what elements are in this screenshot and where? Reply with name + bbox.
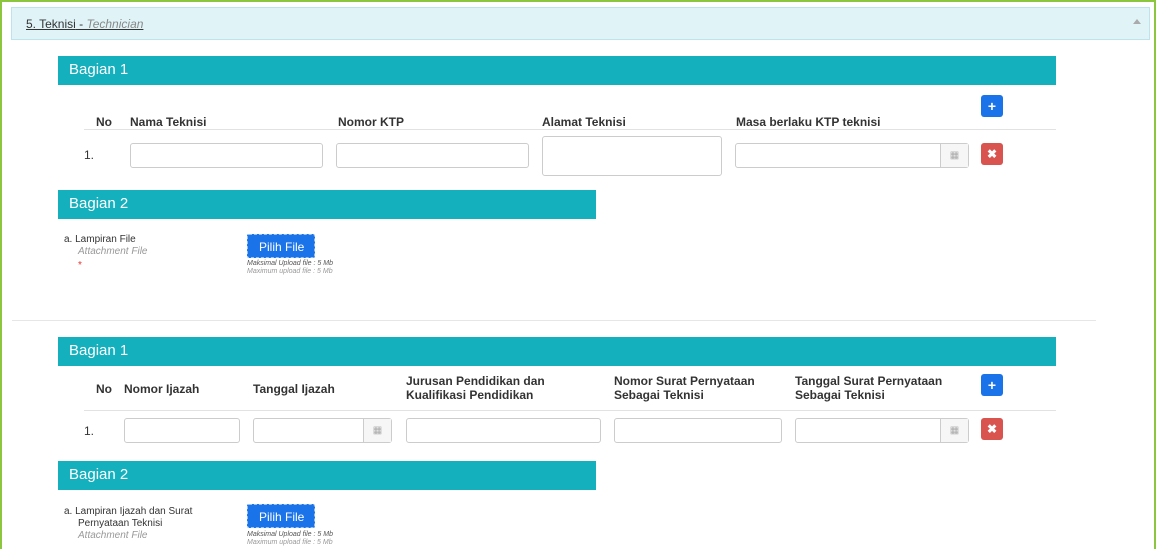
choose-file-button[interactable]: Pilih File [247,234,316,258]
remove-row-button[interactable]: ✖ [981,143,1003,165]
choose-file-button[interactable]: Pilih File [247,504,316,528]
section-title: Bagian 2 [69,195,129,212]
remove-row-button[interactable]: ✖ [981,418,1003,440]
header-divider [84,129,1056,130]
add-row-button[interactable]: + [981,374,1003,396]
add-row-button[interactable]: + [981,95,1003,117]
col-header-jurusan-pendidikan: Jurusan Pendidikan dan Kualifikasi Pendi… [406,374,545,402]
nama-teknisi-input[interactable] [130,143,323,168]
calendar-icon[interactable]: ▦ [940,144,968,167]
panel-title-text: 5. Teknisi [26,17,76,31]
panel-title[interactable]: 5. Teknisi - Technician [26,17,143,31]
tanggal-ijazah-date-input[interactable]: ▦ [253,418,392,443]
section-bar-bagian-2: Bagian 2 [58,190,596,219]
section-bar-bagian-1: Bagian 1 [58,337,1056,366]
panel-title-separator: - [75,17,87,31]
nomor-ijazah-input[interactable] [124,418,240,443]
tanggal-surat-pernyataan-date-input[interactable]: ▦ [795,418,969,443]
times-icon: ✖ [986,147,998,161]
col-header-nomor-ijazah: Nomor Ijazah [124,382,200,396]
section-bar-bagian-2: Bagian 2 [58,461,596,490]
row-number: 1. [84,148,95,162]
plus-icon: + [987,377,997,393]
row-number: 1. [84,424,95,438]
times-icon: ✖ [986,422,998,436]
attachment-label-en: Attachment File [78,246,148,257]
section-title: Bagian 1 [69,61,129,78]
panel-title-en: Technician [86,17,144,31]
calendar-icon[interactable]: ▦ [940,419,968,442]
attachment-label: a. Lampiran File [64,234,136,245]
masa-berlaku-ktp-date-input[interactable]: ▦ [735,143,969,168]
nomor-surat-pernyataan-input[interactable] [614,418,782,443]
jurusan-pendidikan-input[interactable] [406,418,601,443]
header-divider [84,410,1056,411]
col-header-nomor-ktp: Nomor KTP [338,115,404,129]
alamat-teknisi-textarea[interactable] [542,136,722,176]
block-separator [12,320,1096,321]
required-mark: * [78,260,82,271]
section-title: Bagian 2 [69,466,129,483]
col-header-no: No [96,115,112,129]
col-header-no: No [96,382,112,396]
col-header-nama-teknisi: Nama Teknisi [130,115,207,129]
max-upload-hint: Maksimal Upload file : 5 Mb [247,260,333,267]
nomor-ktp-input[interactable] [336,143,529,168]
col-header-tanggal-surat-pernyataan: Tanggal Surat Pernyataan Sebagai Teknisi [795,374,943,402]
attachment-label-line2: Pernyataan Teknisi [78,518,163,529]
col-header-alamat-teknisi: Alamat Teknisi [542,115,626,129]
col-header-nomor-surat-pernyataan: Nomor Surat Pernyataan Sebagai Teknisi [614,374,755,402]
plus-icon: + [987,98,997,114]
max-upload-hint-en: Maximum upload file : 5 Mb [247,539,333,546]
attachment-label-en: Attachment File [78,530,148,541]
col-header-masa-berlaku-ktp: Masa berlaku KTP teknisi [736,115,881,129]
section-bar-bagian-1: Bagian 1 [58,56,1056,85]
col-header-tanggal-ijazah: Tanggal Ijazah [253,382,335,396]
section-title: Bagian 1 [69,342,129,359]
calendar-icon[interactable]: ▦ [363,419,391,442]
panel-header[interactable]: 5. Teknisi - Technician [11,7,1150,40]
max-upload-hint-en: Maximum upload file : 5 Mb [247,268,333,275]
caret-up-icon[interactable] [1133,19,1141,24]
max-upload-hint: Maksimal Upload file : 5 Mb [247,531,333,538]
attachment-label-line1: a. Lampiran Ijazah dan Surat [64,506,193,517]
